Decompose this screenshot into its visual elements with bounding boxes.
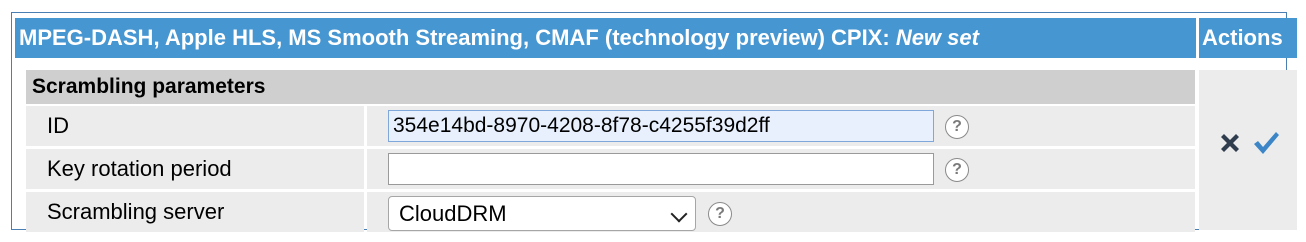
actions-header: Actions xyxy=(1199,18,1297,58)
key-rotation-value-cell: ? xyxy=(367,149,1195,189)
id-input[interactable] xyxy=(388,110,934,142)
scrambling-server-select[interactable]: CloudDRM xyxy=(388,196,696,231)
close-icon[interactable] xyxy=(1217,130,1243,156)
scrambling-server-row: Scrambling server CloudDRM ? xyxy=(26,192,1195,232)
panel-title-text: MPEG-DASH, Apple HLS, MS Smooth Streamin… xyxy=(19,25,896,50)
scrambling-server-selected: CloudDRM xyxy=(399,201,507,226)
help-icon[interactable]: ? xyxy=(945,115,969,139)
help-icon[interactable]: ? xyxy=(945,158,969,182)
panel-title: MPEG-DASH, Apple HLS, MS Smooth Streamin… xyxy=(15,18,1196,58)
id-value-cell: ? xyxy=(367,106,1195,146)
id-row: ID ? xyxy=(26,106,1195,146)
help-icon[interactable]: ? xyxy=(708,202,732,226)
scrambling-server-value-cell: CloudDRM ? xyxy=(367,192,1195,232)
key-rotation-label: Key rotation period xyxy=(26,149,364,189)
section-title: Scrambling parameters xyxy=(26,70,1195,104)
chevron-down-icon xyxy=(670,205,688,223)
actions-cell xyxy=(1199,70,1297,230)
scrambling-server-label: Scrambling server xyxy=(26,192,364,232)
panel-title-mode: New set xyxy=(895,25,979,50)
cpix-settings-panel: MPEG-DASH, Apple HLS, MS Smooth Streamin… xyxy=(11,12,1297,232)
key-rotation-row: Key rotation period ? xyxy=(26,149,1195,189)
check-icon[interactable] xyxy=(1251,128,1281,158)
id-label: ID xyxy=(26,106,364,146)
key-rotation-input[interactable] xyxy=(388,153,934,185)
